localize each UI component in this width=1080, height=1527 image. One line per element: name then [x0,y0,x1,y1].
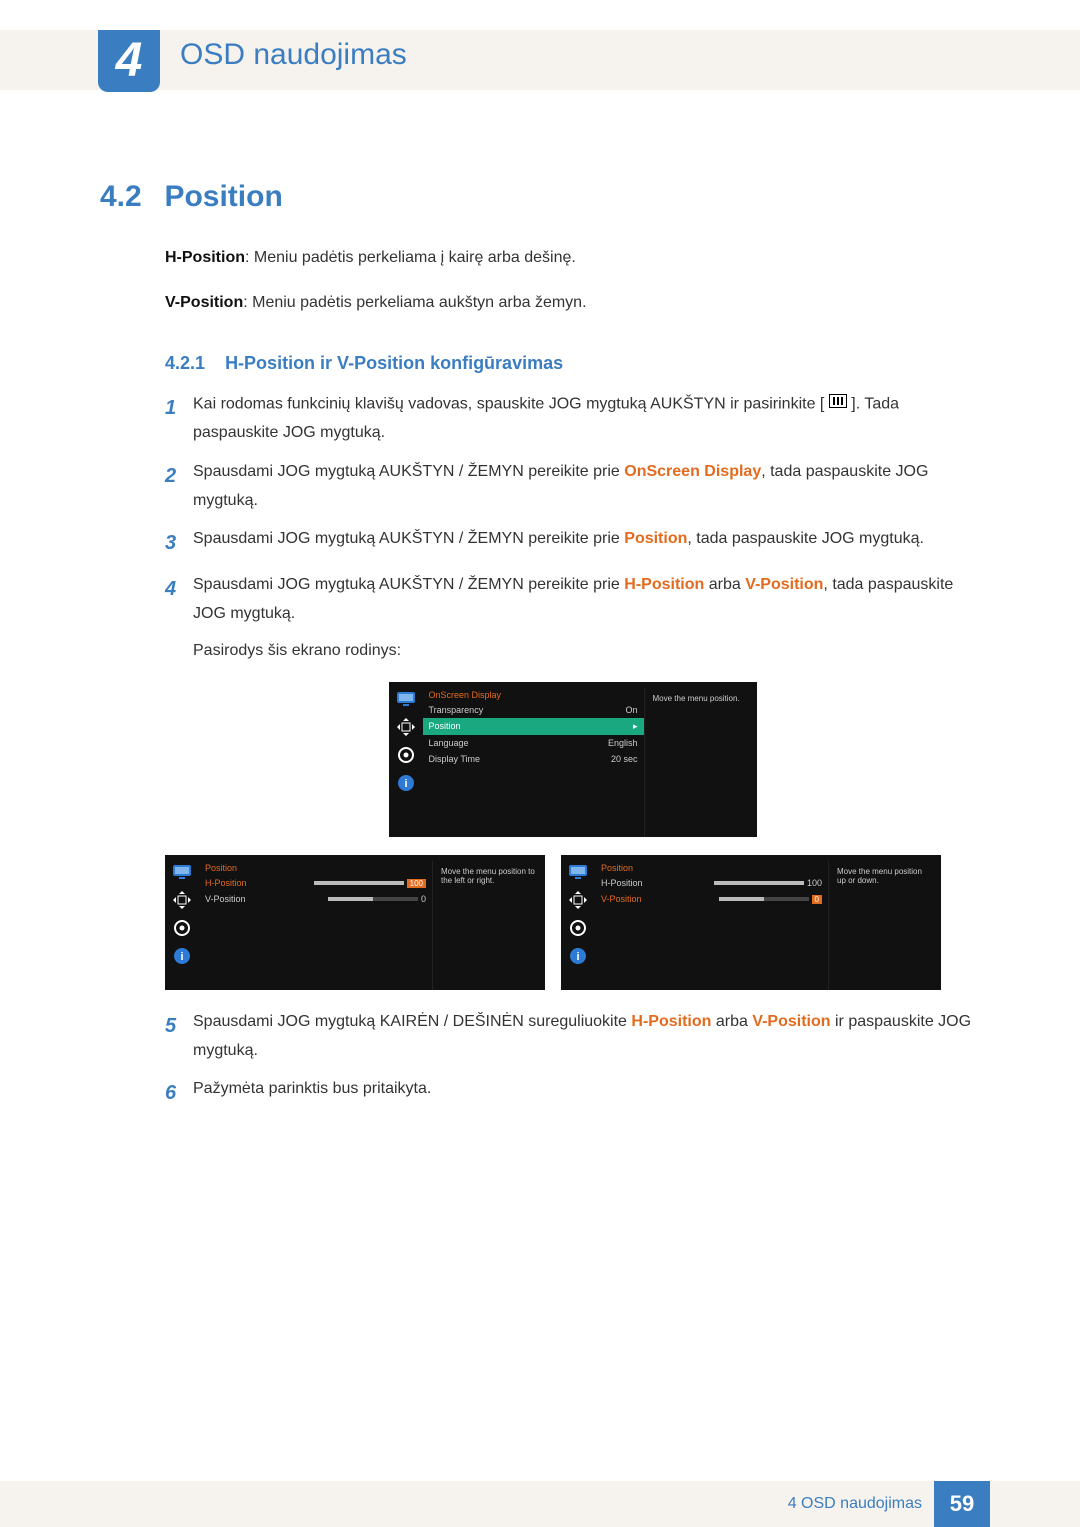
chapter-title: OSD naudojimas [180,38,407,72]
osd-panel-v: i Position H-Position 100 V-Position 0 [561,855,941,990]
h-position-desc: : Meniu padėtis perkeliama į kairę arba … [245,249,576,266]
osd-row-selected: Position▸ [423,718,644,735]
osd-list-main: OnScreen Display TransparencyOn Position… [423,688,644,837]
section-heading: 4.2 Position [100,180,980,214]
osd-hint: Move the menu position to the left or ri… [432,861,545,990]
footer: 4 OSD naudojimas 59 [0,1481,1080,1527]
steps-list-continued: 5 Spausdami JOG mygtuką KAIRĖN / DEŠINĖN… [165,1008,980,1112]
chapter-number-badge: 4 [98,30,160,92]
footer-page-number: 59 [934,1481,990,1527]
osd-row: V-Position 0 [199,891,432,907]
menu-icon [829,390,847,419]
page: 4 OSD naudojimas 4.2 Position H-Position… [0,0,1080,1527]
osd-row: Display Time20 sec [423,751,644,767]
intro-text: H-Position: Meniu padėtis perkeliama į k… [165,244,980,318]
figure-osd-hv: i Position H-Position 100 V-Position 0 [165,855,980,990]
move-icon [567,889,589,911]
step-6: 6 Pažymėta parinktis bus pritaikyta. [165,1075,980,1111]
gear-icon [395,744,417,766]
info-icon: i [171,945,193,967]
info-icon: i [395,772,417,794]
step-4: 4 Spausdami JOG mygtuką AUKŠTYN / ŽEMYN … [165,571,980,665]
osd-row: H-Position 100 [595,875,828,891]
gear-icon [171,917,193,939]
osd-hint: Move the menu position up or down. [828,861,941,990]
osd-row-selected: V-Position 0 [595,891,828,907]
subsection-number: 4.2.1 [165,353,205,373]
move-icon [395,716,417,738]
svg-text:i: i [180,951,183,963]
header-band [0,30,1080,90]
osd-panel-main: i OnScreen Display TransparencyOn Positi… [389,682,757,837]
step-5: 5 Spausdami JOG mygtuką KAIRĖN / DEŠINĖN… [165,1008,980,1066]
info-icon: i [567,945,589,967]
svg-text:i: i [576,951,579,963]
subsection-heading: 4.2.1 H-Position ir V-Position konfigūra… [165,353,980,374]
osd-row-selected: H-Position 100 [199,875,432,891]
osd-row: LanguageEnglish [423,735,644,751]
move-icon [171,889,193,911]
monitor-icon [567,861,589,883]
section-title: Position [164,180,282,213]
osd-row: TransparencyOn [423,702,644,718]
h-position-label: H-Position [165,249,245,266]
v-position-desc: : Meniu padėtis perkeliama aukštyn arba … [243,294,586,311]
subsection-title: H-Position ir V-Position konfigūravimas [225,353,563,373]
monitor-icon [171,861,193,883]
footer-text: 4 OSD naudojimas [788,1495,922,1513]
step-3: 3 Spausdami JOG mygtuką AUKŠTYN / ŽEMYN … [165,525,980,561]
step-1: 1 Kai rodomas funkcinių klavišų vadovas,… [165,390,980,448]
content: 4.2 Position H-Position: Meniu padėtis p… [100,180,980,1121]
section-number: 4.2 [100,180,160,214]
osd-hint: Move the menu position. [644,688,757,837]
v-position-label: V-Position [165,294,243,311]
step-2: 2 Spausdami JOG mygtuką AUKŠTYN / ŽEMYN … [165,458,980,516]
osd-side-icons: i [389,682,423,837]
steps-list: 1 Kai rodomas funkcinių klavišų vadovas,… [165,390,980,666]
gear-icon [567,917,589,939]
svg-text:i: i [404,778,407,790]
figure-osd-main: i OnScreen Display TransparencyOn Positi… [165,682,980,837]
osd-panel-h: i Position H-Position 100 V-Position 0 [165,855,545,990]
monitor-icon [395,688,417,710]
